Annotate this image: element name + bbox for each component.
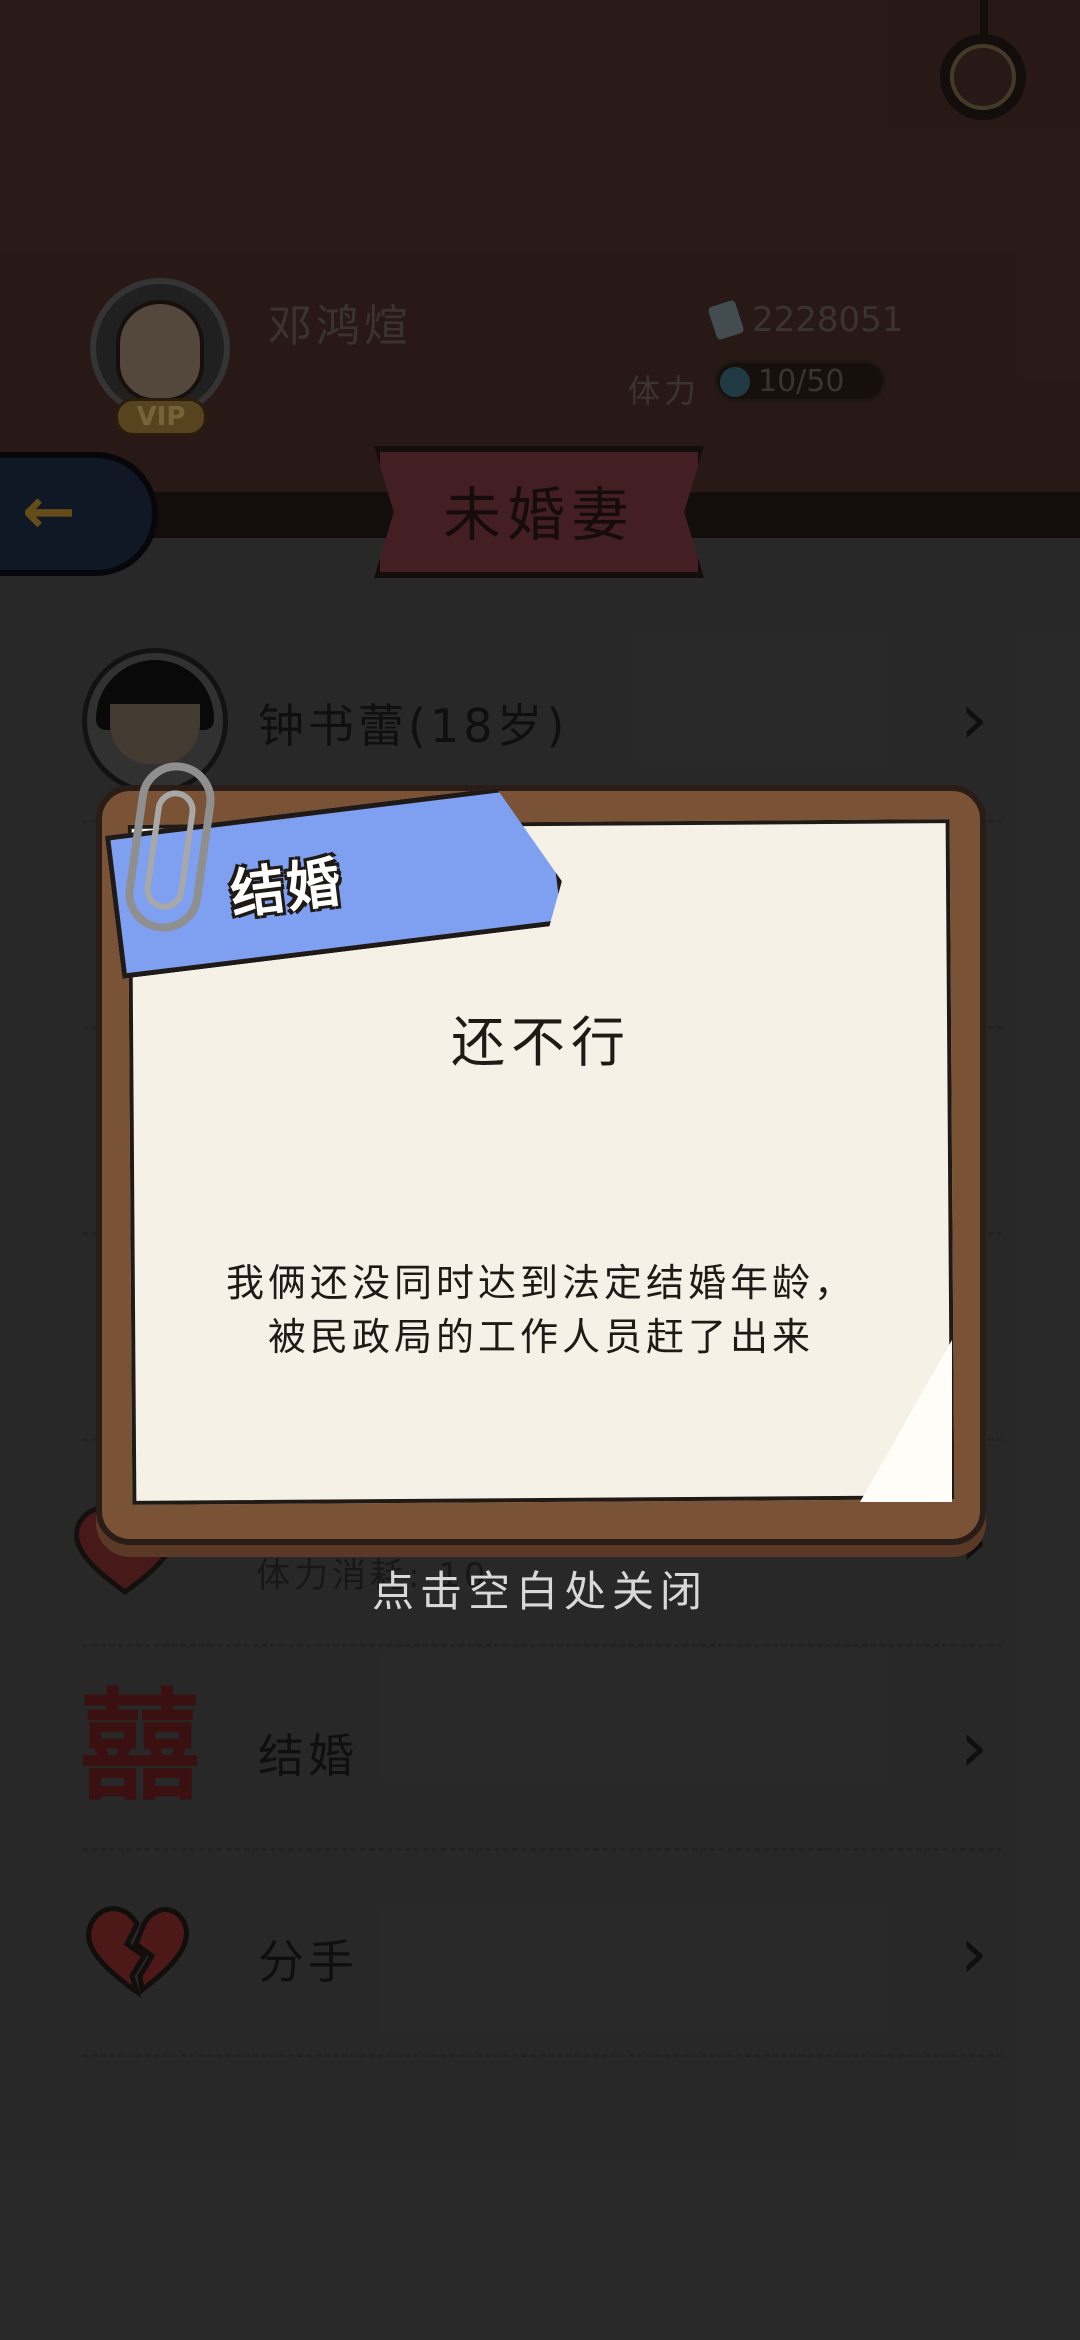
close-hint: 点击空白处关闭 bbox=[371, 1567, 708, 1616]
modal-ribbon-label: 结婚 bbox=[227, 850, 347, 927]
modal-message-line1: 我俩还没同时达到法定结婚年龄， bbox=[225, 1261, 856, 1305]
modal-message-line2: 被民政局的工作人员赶了出来 bbox=[267, 1315, 814, 1359]
modal-title: 还不行 bbox=[451, 1011, 631, 1074]
